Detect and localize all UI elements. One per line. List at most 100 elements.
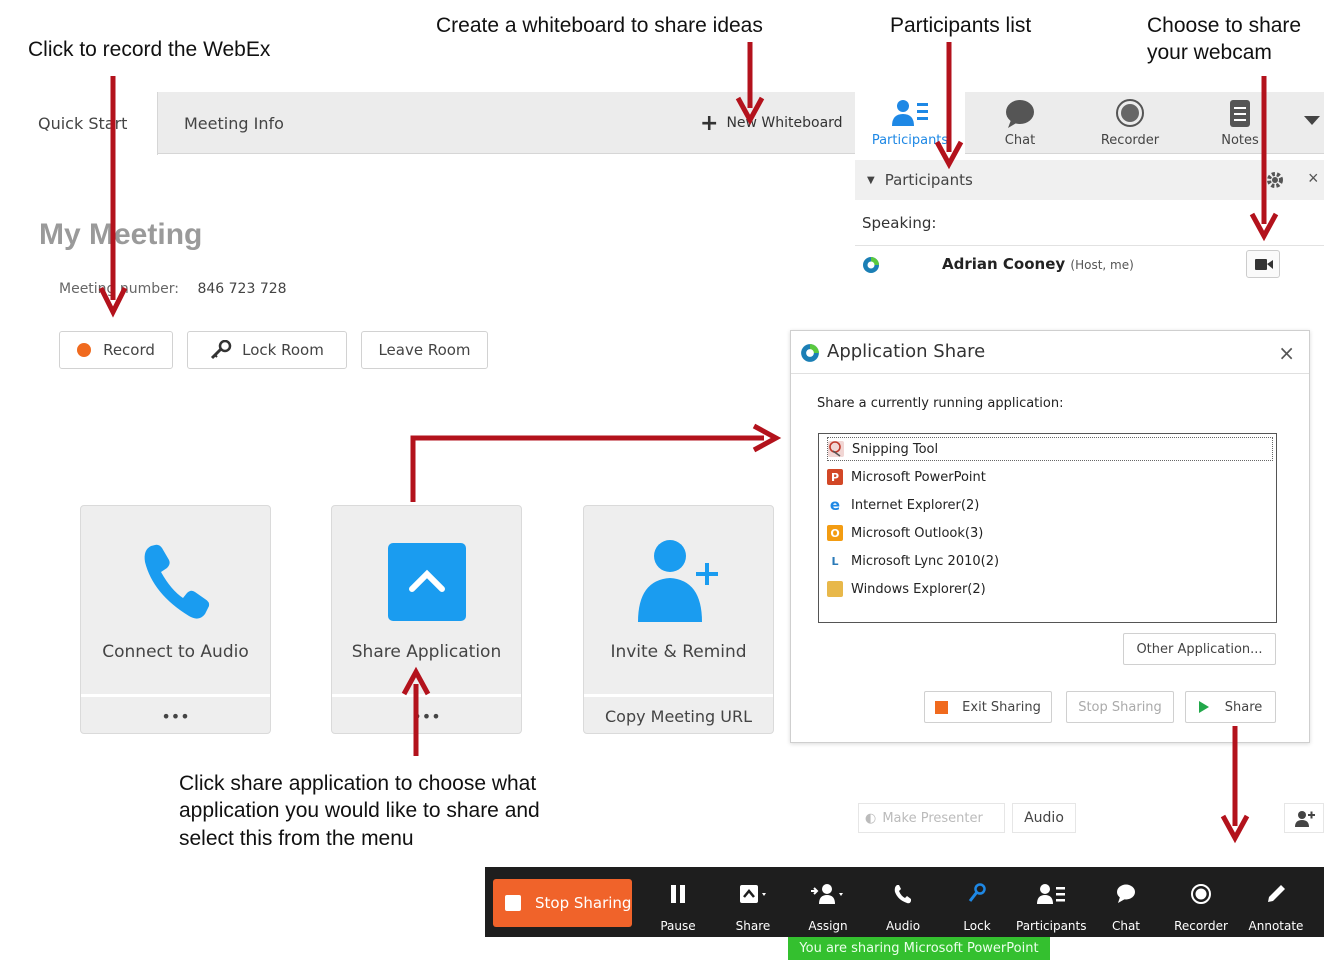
chat-toolbar-button[interactable]: Chat [1091, 877, 1161, 933]
speaking-label: Speaking: [862, 214, 937, 232]
pencil-icon [1268, 885, 1285, 902]
webcam-button[interactable] [1246, 250, 1280, 278]
tab-notes[interactable]: Notes [1185, 92, 1295, 154]
participants-panel-title: Participants [884, 171, 973, 189]
webex-ball-icon [801, 344, 819, 362]
tab-meeting-info[interactable]: Meeting Info [184, 92, 284, 154]
record-annotation: Click to record the WebEx [28, 38, 271, 61]
audio-toolbar-label: Audio [885, 919, 921, 933]
chevron-up-icon [409, 569, 445, 592]
play-icon [1198, 701, 1209, 713]
share-application-more-button[interactable]: ••• [332, 694, 521, 733]
invite-remind-card[interactable]: Invite & Remind Copy Meeting URL [583, 505, 774, 734]
record-label: Record [103, 341, 155, 359]
stop-square-icon [505, 895, 521, 911]
outlook-icon: O [827, 525, 843, 541]
annotate-button[interactable]: Annotate [1241, 877, 1311, 933]
connect-audio-card[interactable]: Connect to Audio ••• [80, 505, 271, 734]
copy-meeting-url-button[interactable]: Copy Meeting URL [584, 694, 773, 733]
share-dialog-arrow-head [752, 423, 782, 453]
app-name: Internet Explorer(2) [851, 497, 980, 513]
share-annotation-line3: select this from the menu [179, 826, 414, 850]
close-panel-icon[interactable]: × [1308, 168, 1319, 189]
share-dialog-arrow [410, 435, 764, 502]
assign-label: Assign [808, 919, 848, 933]
tab-participants-label: Participants [871, 133, 949, 148]
connect-audio-title: Connect to Audio [102, 642, 249, 662]
assign-button[interactable]: Assign [793, 877, 863, 933]
stop-sharing-toolbar-button[interactable]: Stop Sharing [493, 879, 632, 927]
participants-panel-header[interactable]: ▼ Participants [855, 160, 1324, 200]
gear-icon[interactable] [1265, 170, 1285, 190]
close-dialog-icon[interactable]: × [1278, 341, 1295, 365]
presenter-ball-icon: ◐ [865, 810, 877, 826]
list-item[interactable]: e Internet Explorer(2) [827, 493, 1273, 517]
list-item[interactable]: O Microsoft Outlook(3) [827, 521, 1273, 545]
invite-participant-button[interactable] [1284, 803, 1324, 833]
lock-room-button[interactable]: Lock Room [187, 331, 347, 369]
tab-participants[interactable]: Participants [855, 92, 965, 154]
share-annotation-line2: application you would like to share and [179, 799, 540, 823]
app-name: Snipping Tool [852, 441, 939, 457]
tab-chat[interactable]: Chat [965, 92, 1075, 154]
participant-row[interactable]: Adrian Cooney (Host, me) [862, 250, 1322, 278]
meeting-number-value: 846 723 728 [197, 281, 287, 297]
stop-sharing-button[interactable]: Stop Sharing [1066, 691, 1174, 723]
stop-square-icon [935, 700, 949, 714]
folder-icon [827, 581, 843, 597]
record-button[interactable]: Record [59, 331, 173, 369]
participants-icon [892, 100, 928, 126]
application-share-dialog: Application Share × Share a currently ru… [790, 330, 1310, 743]
pause-label: Pause [660, 919, 696, 933]
audio-toolbar-button[interactable]: Audio [868, 877, 938, 933]
dialog-title: Application Share [827, 341, 986, 362]
share-button[interactable]: Share [1185, 691, 1276, 723]
audio-button[interactable]: Audio [1012, 803, 1076, 833]
share-annotation: Click share application to choose what a… [179, 770, 540, 852]
leave-room-button[interactable]: Leave Room [361, 331, 488, 369]
recorder-icon [1191, 884, 1211, 904]
make-presenter-button[interactable]: ◐ Make Presenter [858, 803, 1005, 833]
list-item[interactable]: Snipping Tool [827, 437, 1273, 461]
connect-audio-more-button[interactable]: ••• [81, 694, 270, 733]
app-name: Microsoft Outlook(3) [851, 525, 984, 541]
lync-icon: L [827, 553, 843, 569]
invite-remind-title: Invite & Remind [610, 642, 747, 662]
presenter-ball-icon [863, 257, 879, 273]
participants-toolbar-button[interactable]: Participants [1016, 877, 1087, 933]
page-title: My Meeting [39, 218, 203, 251]
key-icon [211, 340, 232, 360]
share-toolbar-label: Share [735, 919, 771, 933]
pause-button[interactable]: Pause [643, 877, 713, 933]
scissors-icon [828, 441, 844, 457]
collapse-triangle-icon: ▼ [867, 174, 875, 186]
share-application-card[interactable]: Share Application ••• [331, 505, 522, 734]
application-list[interactable]: Snipping Tool P Microsoft PowerPoint e I… [818, 433, 1277, 623]
webcam-arrow-head [1249, 212, 1279, 242]
tab-recorder[interactable]: Recorder [1075, 92, 1185, 154]
share-toolbar-button[interactable]: Share [718, 877, 788, 933]
tab-quick-start[interactable]: Quick Start [10, 92, 158, 155]
webcam-annotation-line2: your webcam [1147, 41, 1272, 65]
powerpoint-icon: P [827, 469, 843, 485]
new-whiteboard-button[interactable]: + New Whiteboard [700, 92, 843, 154]
exit-sharing-button[interactable]: Exit Sharing [924, 691, 1052, 723]
chat-icon [1006, 100, 1034, 128]
list-item[interactable]: Windows Explorer(2) [827, 577, 1273, 601]
host-name: Adrian Cooney (Host, me) [942, 255, 1134, 273]
share-annotation-line1: Click share application to choose what [179, 772, 537, 795]
dialog-prompt: Share a currently running application: [817, 396, 1064, 411]
other-application-button[interactable]: Other Application... [1123, 633, 1276, 665]
app-name: Microsoft Lync 2010(2) [851, 553, 1000, 569]
new-whiteboard-label: New Whiteboard [726, 115, 843, 131]
webcam-annotation: Choose to share your webcam [1147, 12, 1301, 67]
share-screen-icon [740, 885, 766, 903]
list-item[interactable]: L Microsoft Lync 2010(2) [827, 549, 1273, 573]
more-tabs-chevron-icon[interactable] [1304, 114, 1320, 126]
list-item[interactable]: P Microsoft PowerPoint [827, 465, 1273, 489]
host-role: (Host, me) [1070, 258, 1134, 272]
plus-icon: + [700, 110, 719, 136]
recorder-toolbar-button[interactable]: Recorder [1166, 877, 1236, 933]
tab-notes-label: Notes [1221, 133, 1259, 148]
lock-toolbar-button[interactable]: Lock [942, 877, 1012, 933]
